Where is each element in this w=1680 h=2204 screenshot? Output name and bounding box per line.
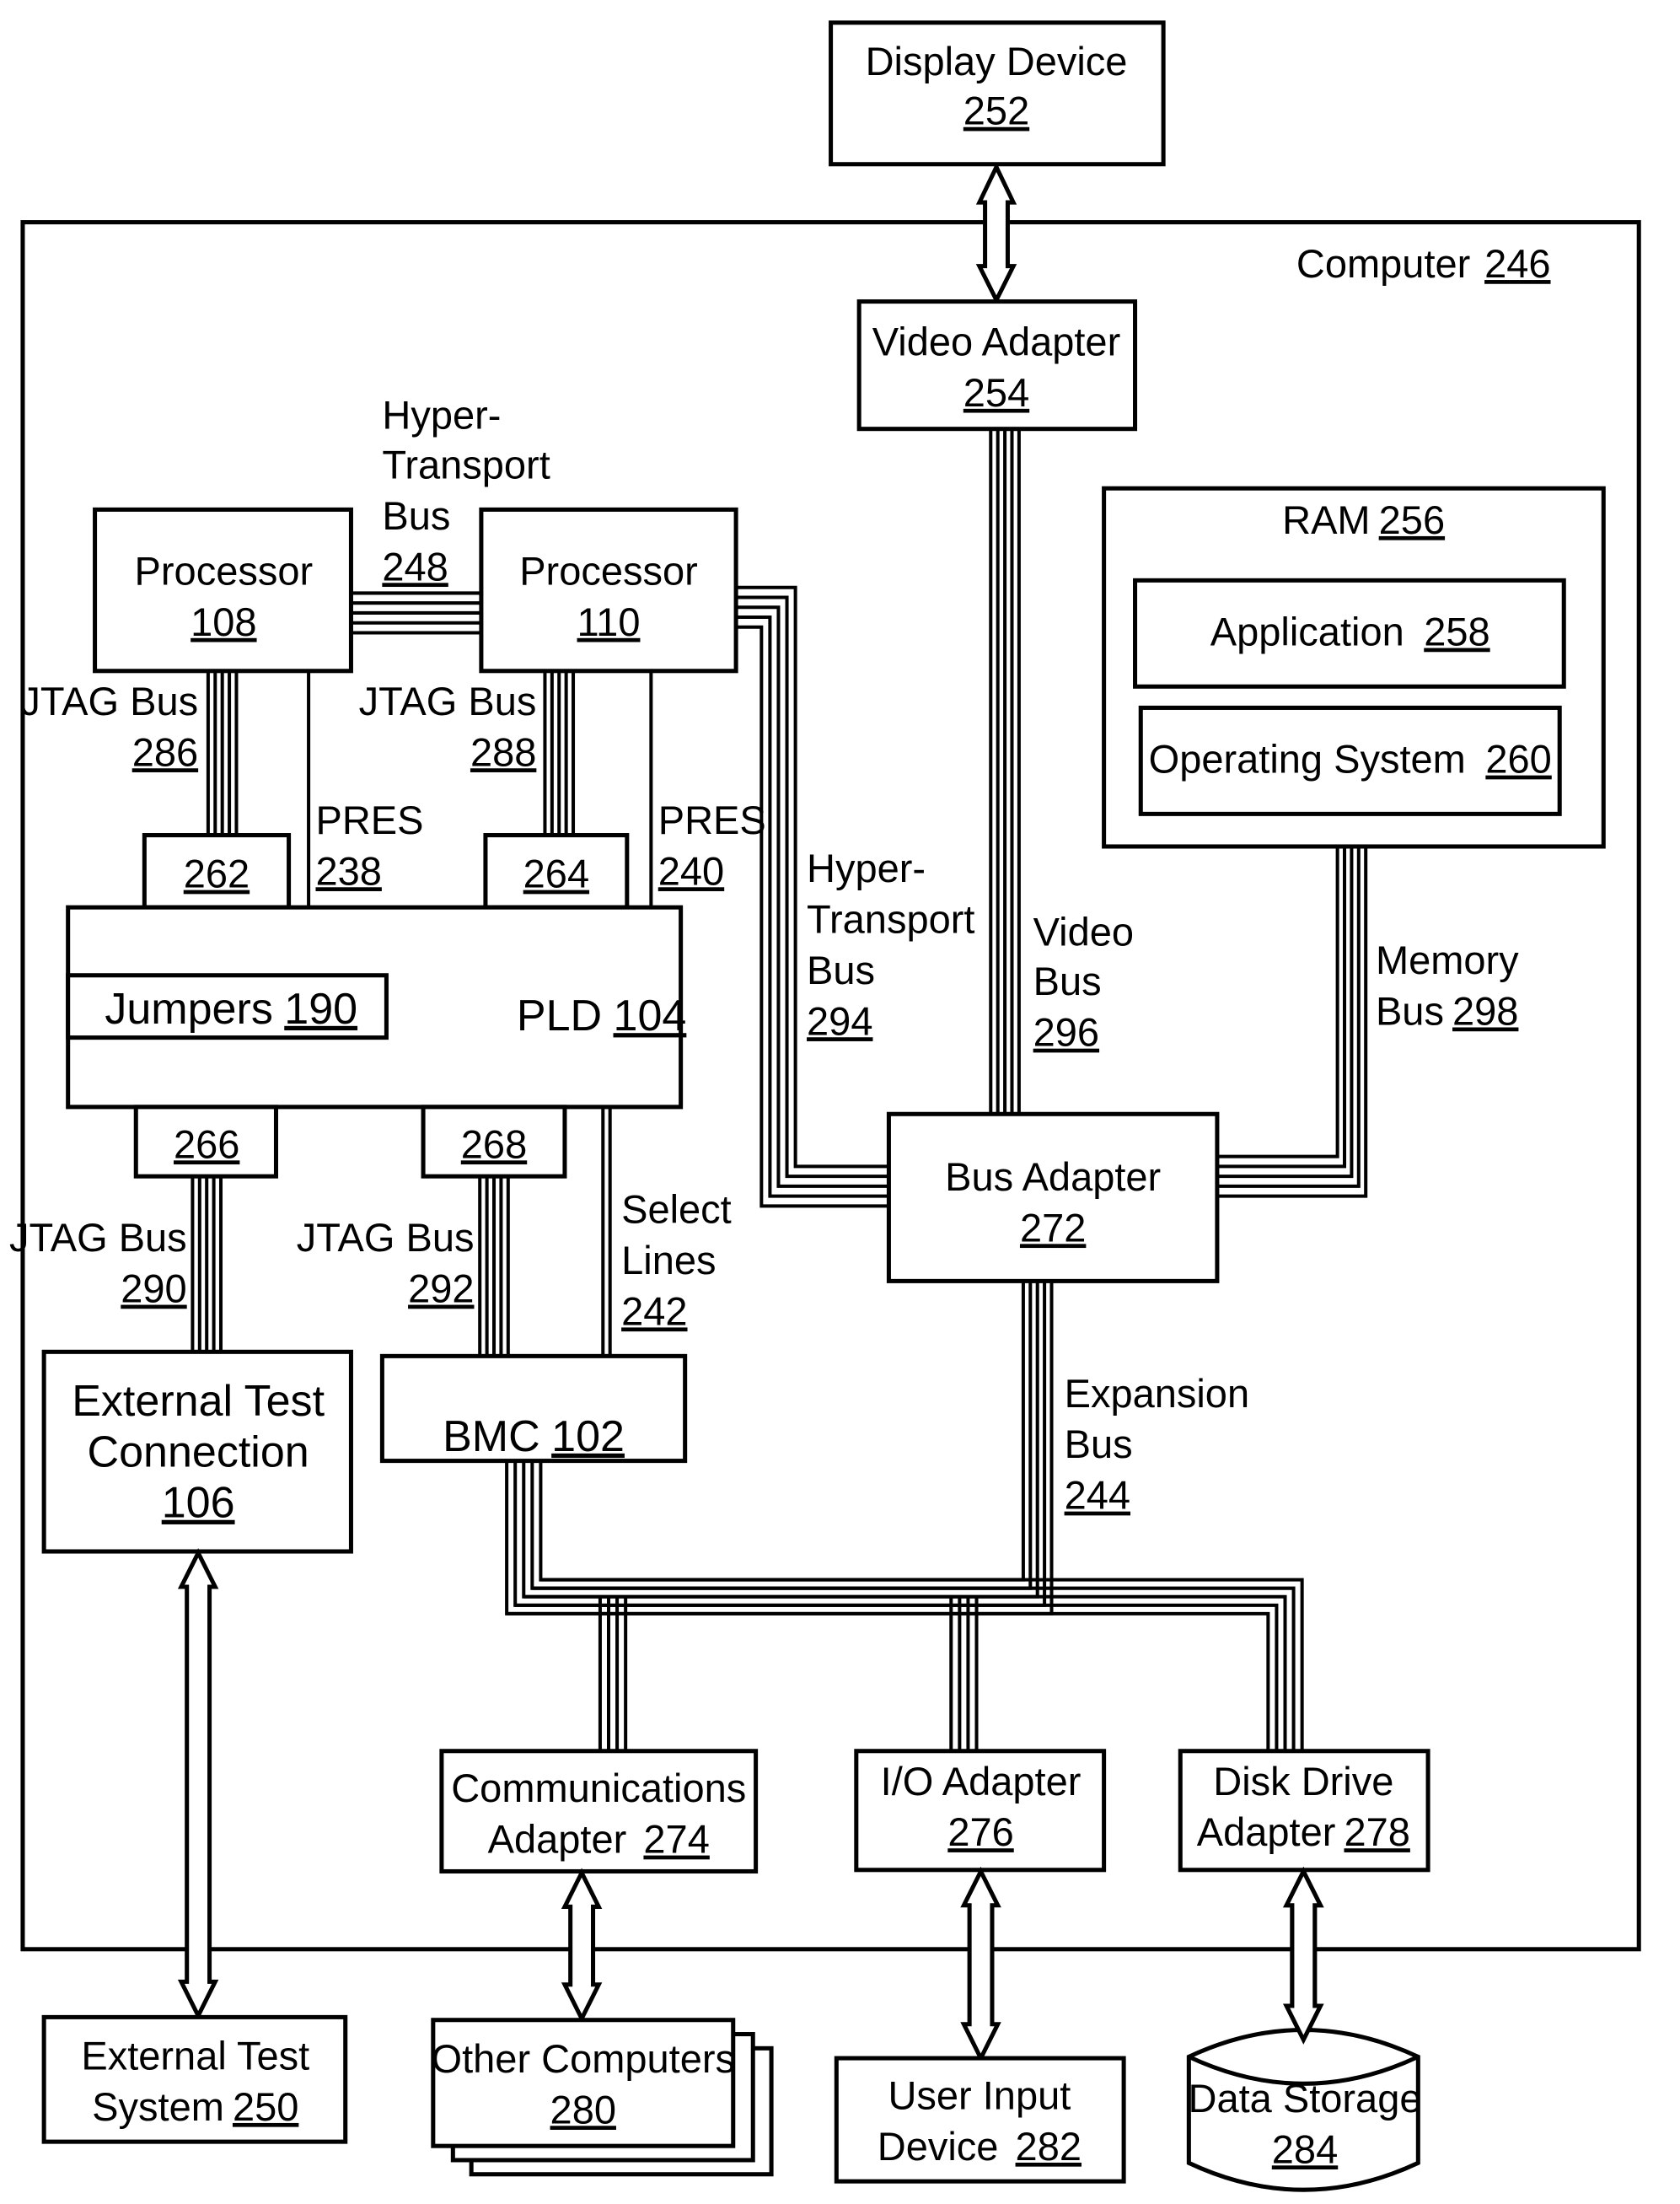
ht-bus-294-ref: 294 [807, 998, 872, 1043]
pld-label: PLD 104 [517, 992, 686, 1040]
select-lines-label-1: Select [621, 1187, 732, 1232]
port-266-box: 266 [133, 1105, 278, 1179]
ht-bus-294-label-1: Hyper- [807, 846, 926, 890]
application-box: Application 258 [1133, 578, 1566, 689]
bus-adapter-label: Bus Adapter [945, 1154, 1161, 1199]
external-test-connection-label-1: External Test [72, 1377, 325, 1426]
communications-adapter-label-1: Communications [451, 1766, 746, 1810]
ht-bus-294-label-2: Transport [807, 896, 974, 941]
ht-bus-248-label-1: Hyper- [382, 393, 501, 438]
system-diagram: Computer 246 Display Device 252 Video Ada… [9, 20, 1641, 2192]
jtag-290-label: JTAG Bus [9, 1215, 187, 1260]
memory-bus-label: Memory [1376, 938, 1519, 982]
video-bus-label-2: Bus [1033, 959, 1102, 1003]
processor-110-label: Processor [519, 548, 698, 593]
other-computers-box: Other Computers 280 [431, 2018, 774, 2177]
port-266-ref: 266 [174, 1121, 239, 1166]
video-adapter-label: Video Adapter [872, 319, 1120, 363]
jtag-292-ref: 292 [408, 1266, 474, 1311]
operating-system-label: Operating System 260 [1149, 737, 1552, 782]
jtag-288-label: JTAG Bus [359, 679, 537, 723]
computer-label: Computer 246 [1296, 241, 1551, 286]
external-test-connection-label-2: Connection [88, 1427, 309, 1476]
ht-bus-248-label-3: Bus [382, 493, 450, 538]
port-268-ref: 268 [461, 1121, 527, 1166]
processor-110-box: Processor 110 [479, 507, 738, 674]
port-264-box: 264 [483, 833, 630, 910]
io-adapter-box: I/O Adapter 276 [854, 1749, 1107, 1873]
processor-110-ref: 110 [577, 599, 641, 644]
bus-adapter-ref: 272 [1020, 1205, 1086, 1250]
video-adapter-box: Video Adapter 254 [856, 299, 1138, 432]
other-computers-label: Other Computers [432, 2036, 735, 2081]
user-input-device-label-2: Device 282 [878, 2124, 1082, 2169]
disk-drive-adapter-box: Disk Drive Adapter 278 [1178, 1749, 1430, 1873]
port-262-box: 262 [142, 833, 292, 910]
data-storage-label: Data Storage [1189, 2076, 1422, 2121]
jtag-290-ref: 290 [121, 1266, 186, 1311]
processor-108-label: Processor [135, 548, 314, 593]
video-bus-ref: 296 [1033, 1010, 1099, 1055]
disk-drive-adapter-label-2: Adapter 278 [1197, 1809, 1410, 1854]
display-device-ref: 252 [963, 89, 1029, 133]
select-lines-label-2: Lines [621, 1238, 716, 1282]
comm-arrow [561, 1868, 603, 2024]
io-adapter-ref: 276 [947, 1809, 1013, 1854]
pres-238-ref: 238 [315, 848, 381, 893]
expansion-bus-ref: 244 [1065, 1473, 1130, 1518]
bmc-box: BMC 102 [379, 1353, 688, 1464]
jtag-288-ref: 288 [470, 729, 536, 774]
bmc-label: BMC 102 [443, 1412, 625, 1461]
application-label: Application 258 [1210, 610, 1490, 654]
ram-label: RAM 256 [1282, 497, 1445, 542]
external-test-system-label-2: System 250 [92, 2084, 298, 2129]
display-device-box: Display Device 252 [829, 20, 1166, 167]
operating-system-box: Operating System 260 [1138, 705, 1562, 816]
processor-108-box: Processor 108 [93, 507, 353, 674]
user-input-device-label-1: User Input [888, 2073, 1071, 2118]
video-bus-label: Video [1033, 909, 1134, 954]
communications-adapter-label-2: Adapter 274 [488, 1817, 710, 1862]
io-adapter-label: I/O Adapter [881, 1759, 1082, 1804]
port-268-box: 268 [421, 1105, 567, 1179]
display-device-label: Display Device [866, 39, 1128, 83]
processor-108-ref: 108 [191, 599, 256, 644]
video-adapter-ref: 254 [963, 370, 1029, 415]
port-262-ref: 262 [184, 852, 250, 896]
jumpers-label: Jumpers 190 [105, 985, 357, 1034]
ht-bus-248-label-2: Transport [382, 442, 550, 486]
external-test-connection-ref: 106 [162, 1479, 235, 1528]
jtag-286-label: JTAG Bus [20, 679, 198, 723]
pres-240-ref: 240 [658, 848, 724, 893]
external-test-connection-box: External Test Connection 106 [41, 1349, 353, 1554]
communications-adapter-box: Communications Adapter 274 [439, 1749, 759, 1873]
expansion-bus-label-1: Expansion [1065, 1371, 1250, 1416]
external-test-system-box: External Test System 250 [41, 2014, 348, 2144]
jumpers-box: Jumpers 190 [66, 973, 389, 1040]
io-arrow [960, 1866, 1001, 2063]
external-test-system-label-1: External Test [81, 2034, 309, 2078]
user-input-device-box: User Input Device 282 [834, 2056, 1126, 2184]
jtag-292-label: JTAG Bus [297, 1215, 475, 1260]
ext-test-arrow [177, 1548, 219, 2021]
ht-bus-248-ref: 248 [382, 544, 448, 589]
other-computers-ref: 280 [550, 2087, 616, 2131]
jtag-286-ref: 286 [132, 729, 198, 774]
data-storage-ref: 284 [1272, 2126, 1338, 2171]
select-lines-ref: 242 [621, 1288, 687, 1333]
display-video-arrow [975, 162, 1017, 305]
bus-adapter-box: Bus Adapter 272 [886, 1111, 1220, 1283]
ht-bus-294-label-3: Bus [807, 948, 875, 992]
disk-drive-adapter-label-1: Disk Drive [1213, 1759, 1393, 1804]
pres-240-label: PRES [658, 798, 766, 842]
port-264-ref: 264 [523, 852, 589, 896]
expansion-bus-label-2: Bus [1065, 1422, 1133, 1466]
pres-238-label: PRES [315, 798, 423, 842]
